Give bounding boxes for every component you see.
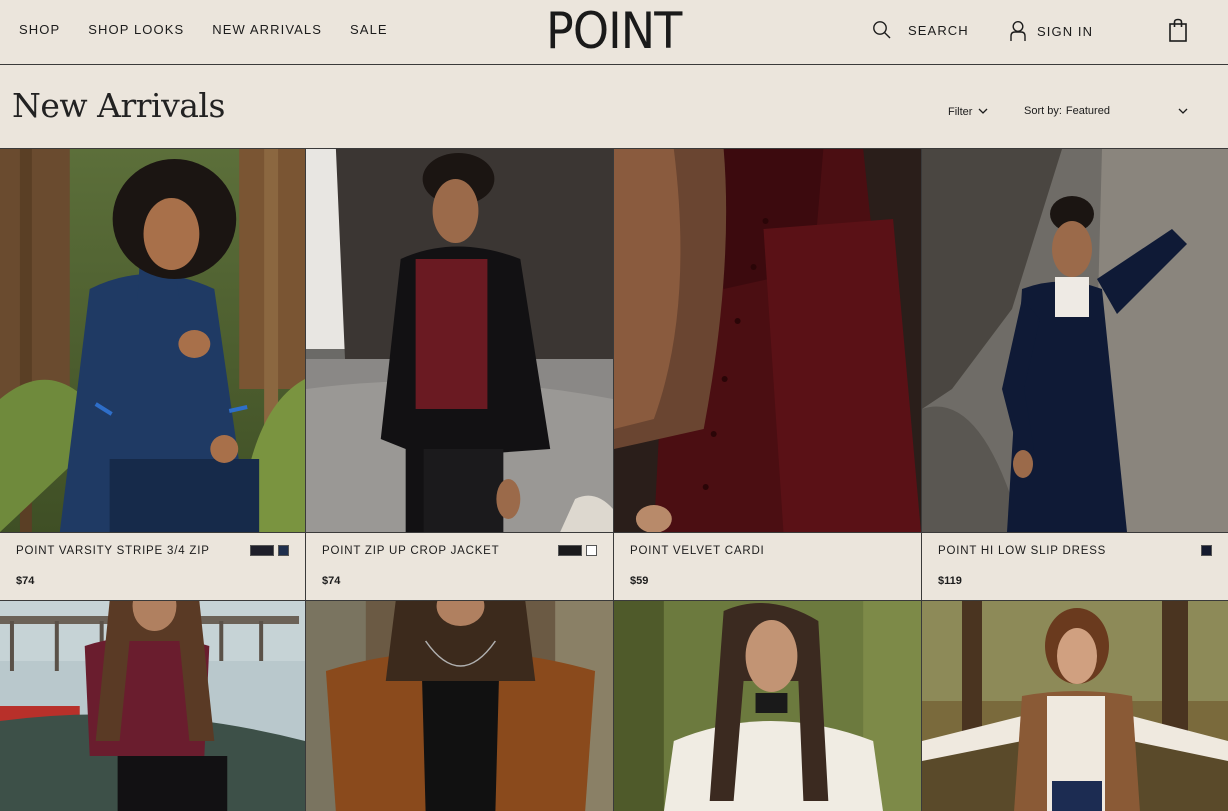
shopping-bag-icon bbox=[1168, 18, 1188, 46]
product-card[interactable]: POINT VELVET CARDI $59 bbox=[614, 149, 922, 601]
search-button[interactable]: SEARCH bbox=[872, 20, 969, 40]
product-card[interactable]: POINT ZIP UP CROP JACKET $74 bbox=[306, 149, 614, 601]
product-image[interactable] bbox=[614, 149, 921, 532]
color-swatch[interactable] bbox=[278, 545, 289, 556]
product-image[interactable] bbox=[0, 149, 305, 532]
product-info: POINT VARSITY STRIPE 3/4 ZIP $74 bbox=[0, 532, 305, 601]
product-name[interactable]: POINT HI LOW SLIP DRESS bbox=[938, 545, 1106, 557]
chevron-down-icon bbox=[1178, 106, 1188, 118]
product-name[interactable]: POINT VELVET CARDI bbox=[630, 545, 765, 557]
product-image[interactable] bbox=[614, 601, 921, 811]
product-grid: POINT VARSITY STRIPE 3/4 ZIP $74 POINT Z… bbox=[0, 148, 1228, 811]
product-card[interactable] bbox=[922, 601, 1228, 811]
chevron-down-icon bbox=[978, 106, 988, 118]
product-image[interactable] bbox=[306, 601, 613, 811]
filter-label: Filter bbox=[948, 106, 973, 118]
product-price: $119 bbox=[938, 575, 962, 587]
nav-item-new-arrivals[interactable]: NEW ARRIVALS bbox=[212, 22, 322, 37]
product-info: POINT HI LOW SLIP DRESS $119 bbox=[922, 532, 1228, 601]
product-card[interactable] bbox=[614, 601, 922, 811]
brand-logo[interactable]: POINT bbox=[546, 4, 682, 58]
filter-dropdown[interactable]: Filter bbox=[948, 106, 988, 118]
sign-in-button[interactable]: SIGN IN bbox=[1009, 20, 1093, 42]
product-info: POINT VELVET CARDI $59 bbox=[614, 532, 921, 601]
nav-item-shop-looks[interactable]: SHOP LOOKS bbox=[88, 22, 184, 37]
color-swatch[interactable] bbox=[1201, 545, 1212, 556]
cart-button[interactable] bbox=[1168, 18, 1188, 47]
color-swatch[interactable] bbox=[558, 545, 582, 556]
page-title: New Arrivals bbox=[12, 86, 225, 125]
product-card[interactable] bbox=[306, 601, 614, 811]
product-card[interactable]: POINT VARSITY STRIPE 3/4 ZIP $74 bbox=[0, 149, 306, 601]
product-price: $59 bbox=[630, 575, 649, 587]
sort-value: Featured bbox=[1065, 105, 1110, 117]
product-image[interactable] bbox=[0, 601, 305, 811]
search-label: SEARCH bbox=[908, 22, 969, 38]
sort-label: Sort by: bbox=[1024, 105, 1062, 117]
sort-dropdown[interactable]: Sort by: Featured bbox=[1024, 105, 1194, 117]
product-name[interactable]: POINT ZIP UP CROP JACKET bbox=[322, 545, 499, 557]
sign-in-label: SIGN IN bbox=[1037, 23, 1094, 39]
product-price: $74 bbox=[322, 575, 341, 587]
product-name[interactable]: POINT VARSITY STRIPE 3/4 ZIP bbox=[16, 545, 210, 557]
product-info: POINT ZIP UP CROP JACKET $74 bbox=[306, 532, 613, 601]
product-price: $74 bbox=[16, 575, 35, 587]
color-swatches bbox=[250, 545, 289, 556]
product-card[interactable]: POINT HI LOW SLIP DRESS $119 bbox=[922, 149, 1228, 601]
color-swatches bbox=[558, 545, 597, 556]
product-image[interactable] bbox=[922, 601, 1228, 811]
color-swatch[interactable] bbox=[250, 545, 274, 556]
main-nav: SHOP SHOP LOOKS NEW ARRIVALS SALE bbox=[19, 22, 388, 37]
user-icon bbox=[1009, 20, 1027, 42]
product-image[interactable] bbox=[306, 149, 613, 532]
site-header: SHOP SHOP LOOKS NEW ARRIVALS SALE POINT … bbox=[0, 0, 1228, 65]
nav-item-sale[interactable]: SALE bbox=[350, 22, 388, 37]
nav-item-shop[interactable]: SHOP bbox=[19, 22, 60, 37]
color-swatches bbox=[1201, 545, 1212, 556]
search-icon bbox=[872, 20, 892, 40]
product-card[interactable] bbox=[0, 601, 306, 811]
color-swatch[interactable] bbox=[586, 545, 597, 556]
product-image[interactable] bbox=[922, 149, 1228, 532]
